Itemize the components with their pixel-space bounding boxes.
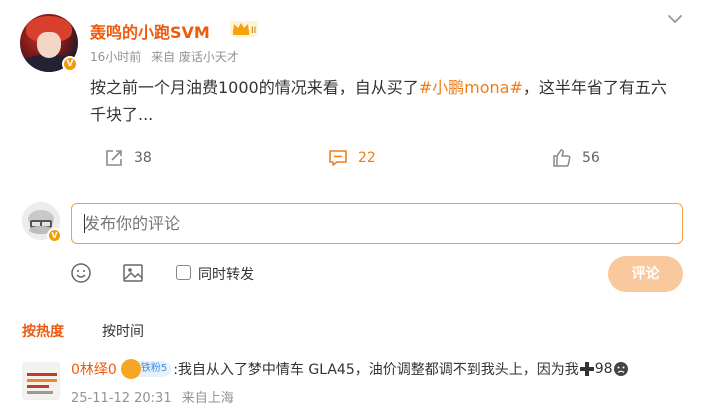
user-verified-icon: V	[47, 228, 62, 243]
verified-badge-icon: V	[62, 56, 78, 72]
post-source: 来自 废话小天才	[151, 50, 239, 64]
repost-icon	[106, 150, 122, 166]
comment-date: 25-11-12 20:31	[71, 391, 172, 406]
like-count: 56	[582, 150, 600, 166]
repost-button[interactable]: 38	[104, 146, 152, 170]
comment-button[interactable]: 22	[328, 146, 376, 170]
topic-link[interactable]: #小鹏mona#	[419, 78, 523, 97]
tab-sort-time[interactable]: 按时间	[102, 321, 144, 341]
sad-face-emoji-icon	[613, 362, 628, 376]
chevron-down-icon[interactable]	[664, 9, 686, 29]
comment-plus-text: 98	[594, 361, 613, 377]
post-time[interactable]: 16小时前	[90, 50, 141, 64]
fan-badge-label: 铁粉5	[140, 363, 168, 374]
post-meta: 16小时前 来自 废话小天才	[90, 48, 245, 65]
fan-badge-icon	[120, 359, 141, 379]
fan-badge[interactable]: 铁粉5	[120, 359, 172, 379]
comment-meta: 25-11-12 20:31 来自上海	[71, 387, 240, 406]
repost-checkbox-label: 同时转发	[198, 267, 254, 283]
post-content: 按之前一个月油费1000的情况来看，自从买了#小鹏mona#，这半年省了有五六千…	[90, 74, 680, 128]
commenter-avatar[interactable]	[22, 362, 60, 400]
comment-icon	[329, 150, 347, 166]
repost-count: 38	[134, 150, 152, 166]
plus-emoji-icon	[579, 362, 594, 376]
comment-text: :我自从入了梦中情车 GLA45，油价调整都调不到我头上，因为我	[173, 362, 579, 378]
comment-line: 0林绎0 铁粉5 :我自从入了梦中情车 GLA45，油价调整都调不到我头上，因为…	[71, 359, 629, 379]
like-button[interactable]: 56	[552, 146, 600, 170]
comment-input[interactable]	[71, 203, 683, 244]
vip-level: II	[251, 26, 256, 36]
submit-comment-button[interactable]: 评论	[608, 256, 683, 292]
tab-sort-hot[interactable]: 按热度	[22, 321, 64, 341]
post-actions: 38 22 56	[0, 146, 706, 170]
image-icon[interactable]	[122, 262, 144, 284]
repost-checkbox[interactable]	[176, 265, 191, 280]
commenter-name[interactable]: 0林绎0	[71, 359, 117, 379]
comment-location: 来自上海	[181, 391, 234, 406]
author-name[interactable]: 轰鸣的小跑SVM	[90, 19, 210, 43]
thumbs-up-icon	[553, 149, 571, 167]
text-caret	[84, 214, 85, 233]
vip-crown-icon[interactable]: II	[230, 20, 258, 38]
post-text-before: 按之前一个月油费1000的情况来看，自从买了	[90, 78, 419, 97]
emoji-icon[interactable]	[70, 262, 92, 284]
comment-count: 22	[358, 150, 376, 166]
